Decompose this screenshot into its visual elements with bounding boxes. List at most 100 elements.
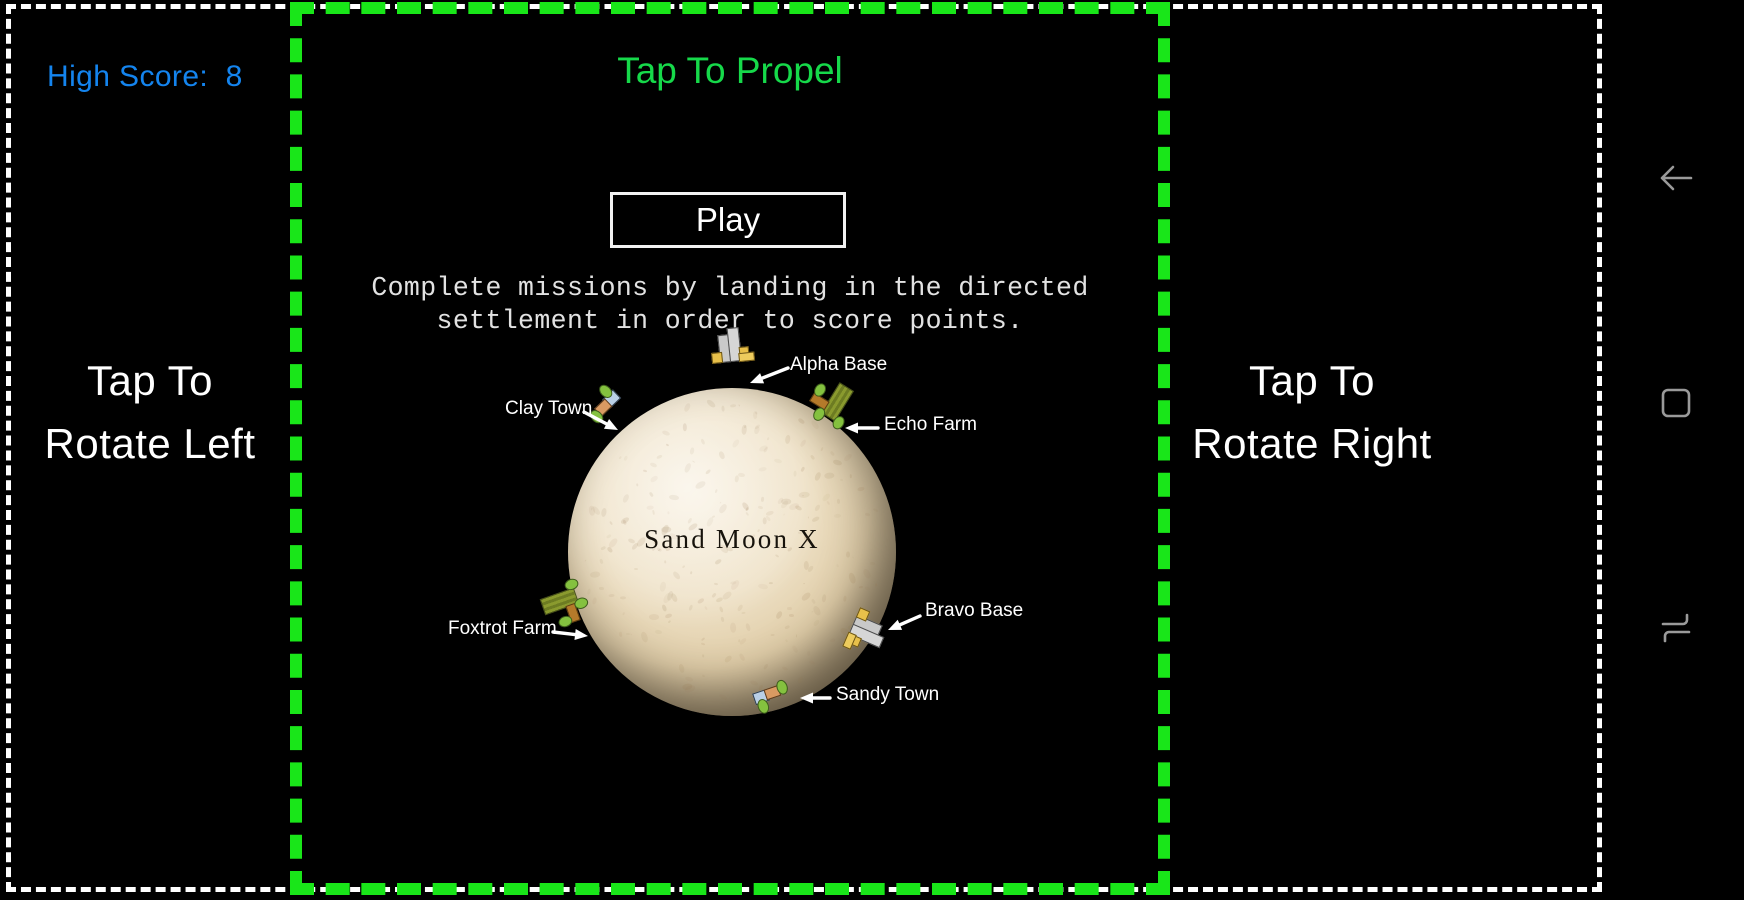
planet-texture-speck (814, 503, 822, 512)
planet-texture-speck (803, 582, 806, 584)
settlement-pointer-arrow (845, 422, 880, 434)
planet-texture-speck (833, 513, 841, 518)
planet-texture-speck (717, 503, 729, 515)
planet-texture-speck (780, 498, 791, 505)
planet-texture-speck (821, 492, 832, 502)
planet-texture-speck (795, 634, 798, 638)
planet-texture-speck (648, 491, 654, 498)
planet-texture-speck (634, 567, 639, 570)
planet-texture-speck (807, 516, 809, 520)
planet-texture-speck (689, 571, 693, 575)
planet-texture-speck (618, 455, 622, 459)
home-square-icon (1661, 388, 1691, 418)
tap-zone-rotate-right[interactable]: Tap To Rotate Right (1167, 8, 1457, 888)
planet-texture-speck (851, 556, 854, 559)
planet-texture-speck (684, 676, 693, 683)
planet-texture-speck (793, 470, 798, 477)
nav-back-button[interactable] (1653, 155, 1699, 201)
planet-texture-speck (694, 480, 707, 491)
planet-texture-speck (718, 693, 728, 701)
planet-texture-speck (700, 438, 706, 445)
planet-texture-speck (688, 604, 694, 611)
planet-texture-speck (813, 470, 822, 482)
planet-texture-speck (730, 438, 741, 450)
planet-texture-speck (766, 437, 770, 441)
planet-texture-speck (848, 571, 857, 584)
planet-texture-speck (808, 659, 816, 666)
android-navbar (1602, 0, 1744, 900)
planet-texture-speck (665, 443, 670, 447)
planet-texture-speck (791, 645, 799, 654)
planet-texture-speck (799, 591, 812, 603)
planet-texture-speck (784, 625, 791, 630)
settlement-label: Echo Farm (884, 414, 977, 435)
planet-texture-speck (812, 605, 823, 617)
planet-texture-speck (715, 596, 724, 604)
planet-texture-speck (849, 473, 852, 478)
planet-texture-speck (741, 612, 746, 615)
planet-texture-speck (757, 505, 764, 510)
planet-texture-speck (590, 507, 593, 510)
propel-hint-label: Tap To Propel (617, 50, 843, 91)
planet-texture-speck (623, 455, 629, 462)
planet-texture-speck (639, 630, 649, 643)
building-block (711, 351, 724, 364)
planet-texture-speck (803, 561, 809, 571)
planet-texture-speck (692, 459, 696, 463)
planet-texture-speck (664, 560, 667, 564)
planet-texture-speck (720, 616, 725, 622)
planet-texture-speck (858, 586, 863, 589)
planet-texture-speck (799, 438, 808, 448)
planet-texture-speck (800, 465, 806, 473)
planet-texture-speck (796, 675, 804, 684)
planet-texture-speck (701, 636, 706, 642)
planet-texture-speck (797, 417, 806, 425)
planet-texture-speck (757, 583, 768, 591)
planet-texture-speck (872, 507, 879, 513)
settlement-label: Alpha Base (790, 354, 888, 375)
planet-texture-speck (788, 613, 794, 618)
planet-texture-speck (714, 488, 718, 493)
planet-texture-speck (744, 622, 752, 632)
planet-texture-speck (655, 454, 663, 461)
planet-texture-speck (705, 398, 717, 409)
planet-texture-speck (749, 680, 759, 688)
settlement-label: Foxtrot Farm (448, 618, 557, 639)
game-screen: Tap To Rotate Left Tap To Rotate Right H… (0, 0, 1744, 900)
nav-home-button[interactable] (1653, 380, 1699, 426)
planet-texture-speck (758, 466, 768, 472)
planet-texture-speck (642, 469, 648, 474)
planet-texture-speck (654, 629, 663, 636)
planet-texture-speck (810, 598, 817, 605)
planet-texture-speck (696, 597, 705, 605)
planet-texture-speck (730, 622, 737, 633)
planet-texture-speck (861, 568, 872, 580)
planet-texture-speck (781, 666, 788, 672)
tap-zone-rotate-left[interactable]: Tap To Rotate Left (10, 8, 290, 888)
planet-texture-speck (648, 614, 660, 620)
planet-texture-speck (661, 603, 668, 612)
planet-texture-speck (677, 663, 686, 674)
nav-recents-button[interactable] (1653, 605, 1699, 651)
planet-texture-speck (591, 597, 597, 606)
planet-texture-speck (664, 612, 673, 619)
planet-texture-speck (811, 515, 821, 523)
planet-texture-speck (620, 595, 627, 600)
planet-texture-speck (704, 468, 712, 475)
planet-texture-speck (807, 650, 811, 657)
planet-texture-speck (713, 582, 719, 586)
planet-texture-speck (703, 605, 708, 611)
planet-texture-speck (599, 558, 604, 565)
planet-texture-speck (869, 562, 876, 566)
planet-texture-speck (583, 558, 587, 562)
planet-texture-speck (837, 498, 841, 505)
play-button[interactable]: Play (610, 192, 846, 248)
planet-texture-speck (754, 425, 761, 435)
planet-texture-speck (768, 582, 773, 585)
planet-texture-speck (784, 434, 792, 445)
planet-texture-speck (875, 582, 877, 586)
recents-icon (1661, 613, 1691, 643)
planet-texture-speck (830, 450, 836, 456)
settlement-label: Sandy Town (836, 684, 940, 705)
planet-texture-speck (711, 515, 715, 519)
